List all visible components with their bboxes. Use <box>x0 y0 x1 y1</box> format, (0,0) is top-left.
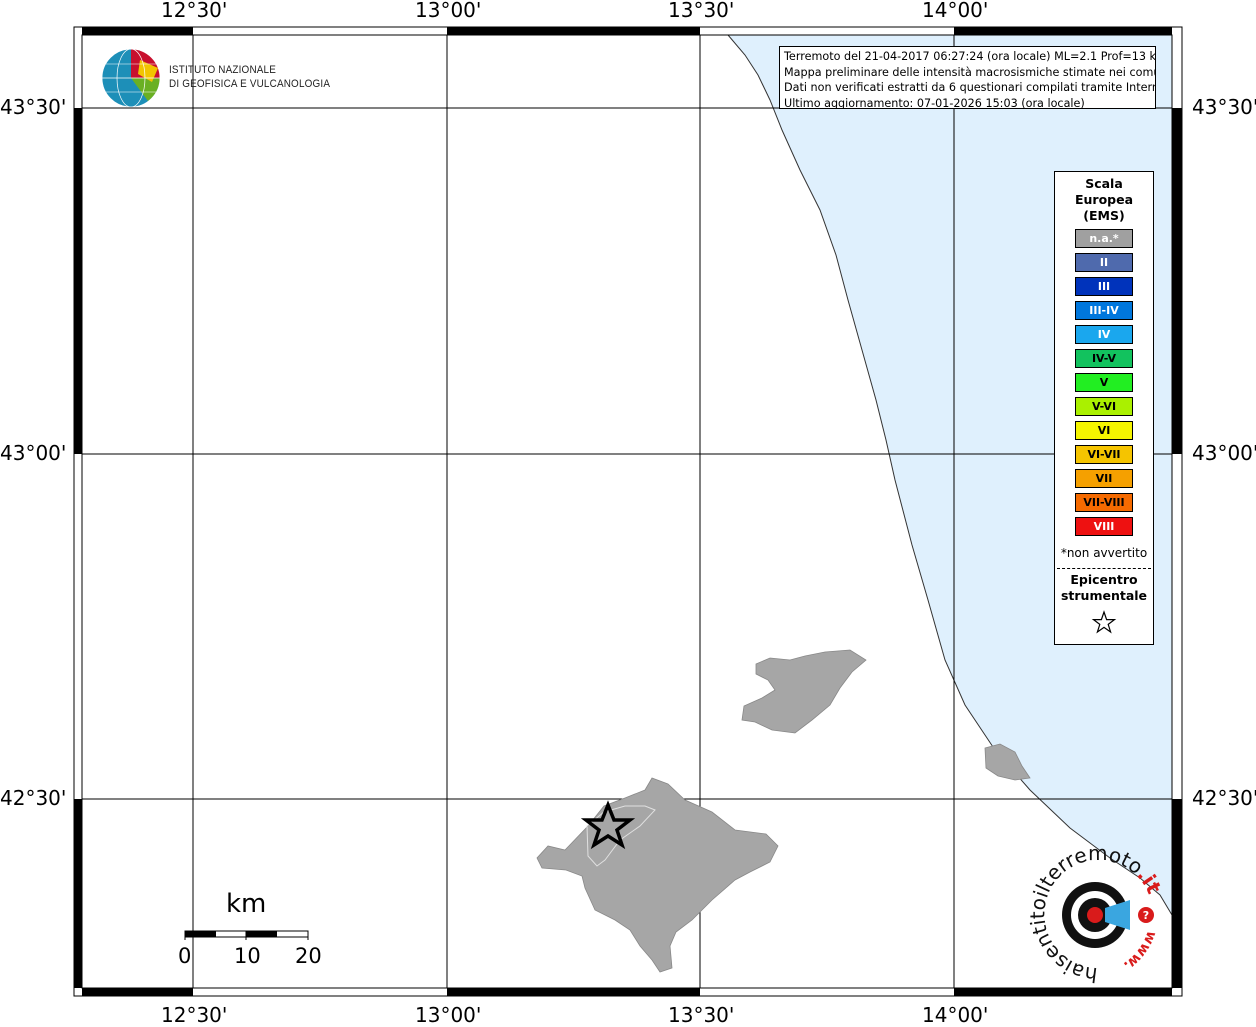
lat-label-right-2: 43°00' <box>1192 441 1256 465</box>
scale-bar-label-10: 10 <box>234 944 261 968</box>
legend-title-line3: (EMS) <box>1083 208 1125 223</box>
legend-item-10: VII <box>1075 469 1133 488</box>
legend-item-12: VIII <box>1075 517 1133 536</box>
info-line-source: Dati non verificati estratti da 6 questi… <box>784 81 1156 94</box>
legend-item-7: V-VI <box>1075 397 1133 416</box>
earthquake-info-box: Terremoto del 21-04-2017 06:27:24 (ora l… <box>779 46 1156 109</box>
info-line-updated: Ultimo aggiornamento: 07-01-2026 15:03 (… <box>784 96 1085 109</box>
legend-item-6: V <box>1075 373 1133 392</box>
legend-item-8: VI <box>1075 421 1133 440</box>
legend-item-2: III <box>1075 277 1133 296</box>
intensity-legend: Scala Europea (EMS) n.a.* II III III-IV IV IV… <box>1054 171 1154 645</box>
legend-item-3: III-IV <box>1075 301 1133 320</box>
legend-item-1: II <box>1075 253 1133 272</box>
legend-note: *non avvertito <box>1060 546 1148 560</box>
lat-label-left-1: 43°30' <box>0 95 67 119</box>
haisentito-www-text: www. <box>1120 929 1159 974</box>
lat-label-right-1: 43°30' <box>1192 95 1256 119</box>
info-line-event: Terremoto del 21-04-2017 06:27:24 (ora l… <box>784 50 1156 63</box>
lat-label-left-2: 43°00' <box>0 441 67 465</box>
haisentito-logo: ? <box>1062 882 1154 948</box>
legend-title: Scala Europea (EMS) <box>1055 176 1153 224</box>
municipality-area-south <box>536 777 779 973</box>
legend-item-4: IV <box>1075 325 1133 344</box>
ingv-globe-logo <box>101 48 161 108</box>
lat-label-right-3: 42°30' <box>1192 786 1256 810</box>
legend-epicenter-line1: Epicentro <box>1070 572 1138 587</box>
lon-label-top-1: 12°30' <box>161 0 228 22</box>
lon-label-bottom-3: 13°30' <box>668 1003 735 1027</box>
institute-name-line2: DI GEOFISICA E VULCANOLOGIA <box>169 78 331 90</box>
legend-epicenter-label: Epicentro strumentale <box>1055 572 1153 604</box>
info-line-description: Mappa preliminare delle intensità macros… <box>784 65 1156 79</box>
lon-label-top-2: 13°00' <box>415 0 482 22</box>
scale-bar <box>184 930 309 940</box>
legend-epicenter-line2: strumentale <box>1060 588 1148 603</box>
lon-label-top-4: 14°00' <box>922 0 989 22</box>
institute-name: ISTITUTO NAZIONALE DI GEOFISICA E VULCAN… <box>169 63 330 91</box>
svg-text:?: ? <box>1143 909 1149 922</box>
scale-bar-title: km <box>226 889 267 919</box>
legend-item-9: VI-VII <box>1075 445 1133 464</box>
scale-bar-label-20: 20 <box>295 944 322 968</box>
lon-label-bottom-4: 14°00' <box>922 1003 989 1027</box>
legend-item-11: VII-VIII <box>1075 493 1133 512</box>
lat-label-left-3: 42°30' <box>0 786 67 810</box>
legend-item-0: n.a.* <box>1075 229 1133 248</box>
institute-name-line1: ISTITUTO NAZIONALE <box>169 64 277 76</box>
legend-title-line1: Scala <box>1085 176 1123 191</box>
legend-star-icon <box>1091 610 1117 634</box>
legend-title-line2: Europea <box>1074 192 1134 207</box>
legend-item-5: IV-V <box>1075 349 1133 368</box>
scale-bar-label-0: 0 <box>178 944 192 968</box>
municipality-area-north <box>741 649 867 734</box>
lon-label-bottom-2: 13°00' <box>415 1003 482 1027</box>
legend-divider <box>1057 568 1151 569</box>
lon-label-bottom-1: 12°30' <box>161 1003 228 1027</box>
lon-label-top-3: 13°30' <box>668 0 735 22</box>
